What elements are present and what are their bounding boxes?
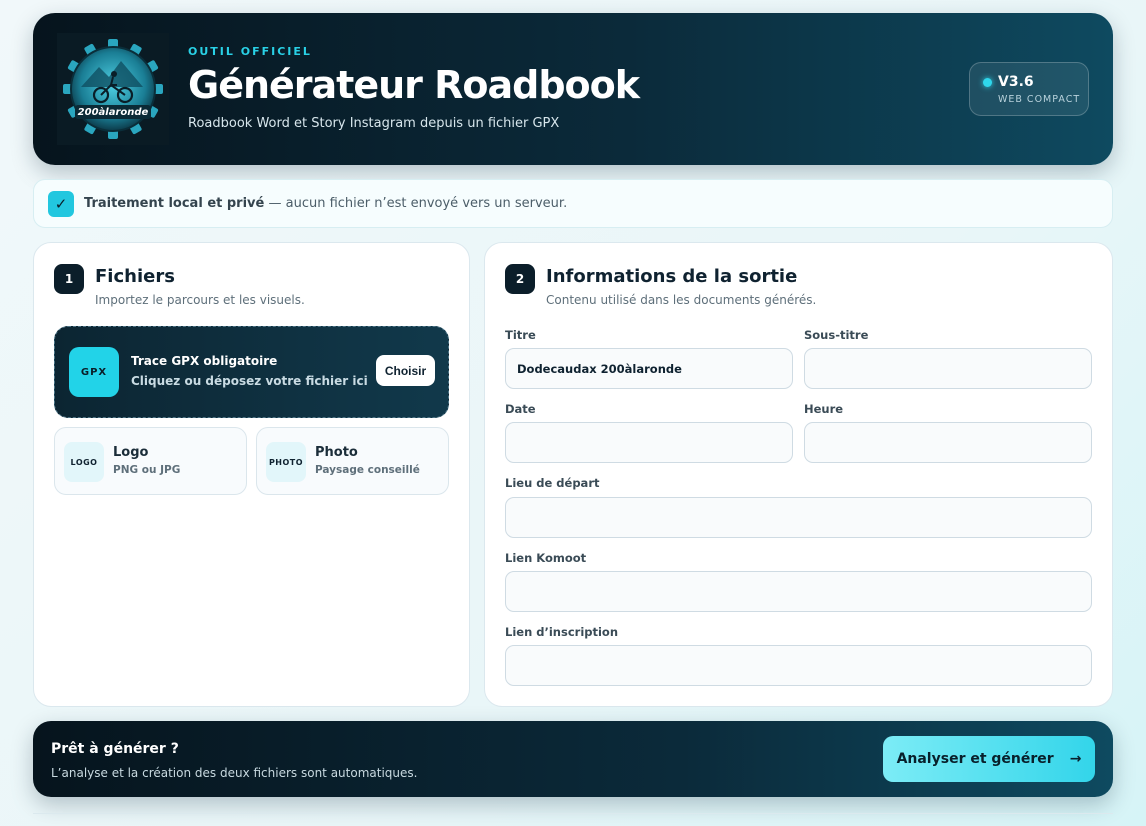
titre-input[interactable] [505, 348, 793, 389]
gear-bike-logo-icon: 200àlaronde [63, 39, 163, 139]
lieu-input[interactable] [505, 497, 1092, 538]
privacy-banner: ✓ Traitement local et privé — aucun fich… [33, 179, 1113, 228]
svg-text:200àlaronde: 200àlaronde [78, 106, 149, 118]
komoot-label: Lien Komoot [505, 551, 587, 565]
status-dot-icon [983, 78, 992, 87]
checkmark-icon: ✓ [48, 191, 74, 217]
info-subtitle: Contenu utilisé dans les documents génér… [546, 293, 817, 307]
titre-label: Titre [505, 328, 536, 342]
brand-logo: 200àlaronde [57, 33, 169, 145]
logo-upload-title: Logo [113, 445, 149, 460]
date-label: Date [505, 402, 536, 416]
version-label: WEB COMPACT [998, 94, 1081, 105]
lieu-label: Lieu de départ [505, 476, 600, 490]
version-number: V3.6 [998, 74, 1034, 90]
gpx-dropzone[interactable]: GPX Trace GPX obligatoire Cliquez ou dép… [54, 326, 449, 418]
gpx-file-icon: GPX [69, 347, 119, 397]
header-kicker: OUTIL OFFICIEL [188, 45, 312, 58]
soustitre-input[interactable] [804, 348, 1092, 389]
analyze-generate-label: Analyser et générer [896, 751, 1054, 767]
info-card: 2 Informations de la sortie Contenu util… [484, 242, 1113, 707]
logo-upload[interactable]: LOGO Logo PNG ou JPG [54, 427, 247, 495]
generate-title: Prêt à générer ? [51, 741, 179, 757]
app-header: 200àlaronde OUTIL OFFICIEL Générateur Ro… [33, 13, 1113, 165]
photo-upload[interactable]: PHOTO Photo Paysage conseillé [256, 427, 449, 495]
komoot-input[interactable] [505, 571, 1092, 612]
page-title: Générateur Roadbook [188, 63, 640, 107]
generate-bar: Prêt à générer ? L’analyse et la créatio… [33, 721, 1113, 797]
privacy-text: Traitement local et privé — aucun fichie… [84, 196, 567, 211]
files-title: Fichiers [95, 266, 175, 287]
photo-upload-desc: Paysage conseillé [315, 464, 420, 476]
date-input[interactable] [505, 422, 793, 463]
soustitre-label: Sous-titre [804, 328, 869, 342]
gpx-title: Trace GPX obligatoire [131, 354, 278, 368]
page-subtitle: Roadbook Word et Story Instagram depuis … [188, 116, 560, 131]
step-number: 2 [505, 264, 535, 294]
inscription-input[interactable] [505, 645, 1092, 686]
analyze-generate-button[interactable]: Analyser et générer → [883, 736, 1095, 782]
files-card: 1 Fichiers Importez le parcours et les v… [33, 242, 470, 707]
inscription-label: Lien d’inscription [505, 625, 619, 639]
info-title: Informations de la sortie [546, 266, 798, 287]
privacy-strong: Traitement local et privé [84, 196, 265, 211]
version-badge: V3.6 WEB COMPACT [969, 62, 1089, 116]
arrow-right-icon: → [1069, 751, 1082, 767]
logo-file-icon: LOGO [64, 442, 104, 482]
heure-label: Heure [804, 402, 844, 416]
logo-upload-desc: PNG ou JPG [113, 464, 181, 476]
generate-subtitle: L’analyse et la création des deux fichie… [51, 766, 418, 780]
files-subtitle: Importez le parcours et les visuels. [95, 293, 305, 307]
divider [33, 813, 1113, 814]
privacy-rest: — aucun fichier n’est envoyé vers un ser… [264, 196, 568, 211]
photo-upload-title: Photo [315, 445, 358, 460]
heure-input[interactable] [804, 422, 1092, 463]
photo-file-icon: PHOTO [266, 442, 306, 482]
choose-file-button[interactable]: Choisir [376, 355, 435, 386]
gpx-hint: Cliquez ou déposez votre fichier ici [131, 374, 368, 388]
step-number: 1 [54, 264, 84, 294]
